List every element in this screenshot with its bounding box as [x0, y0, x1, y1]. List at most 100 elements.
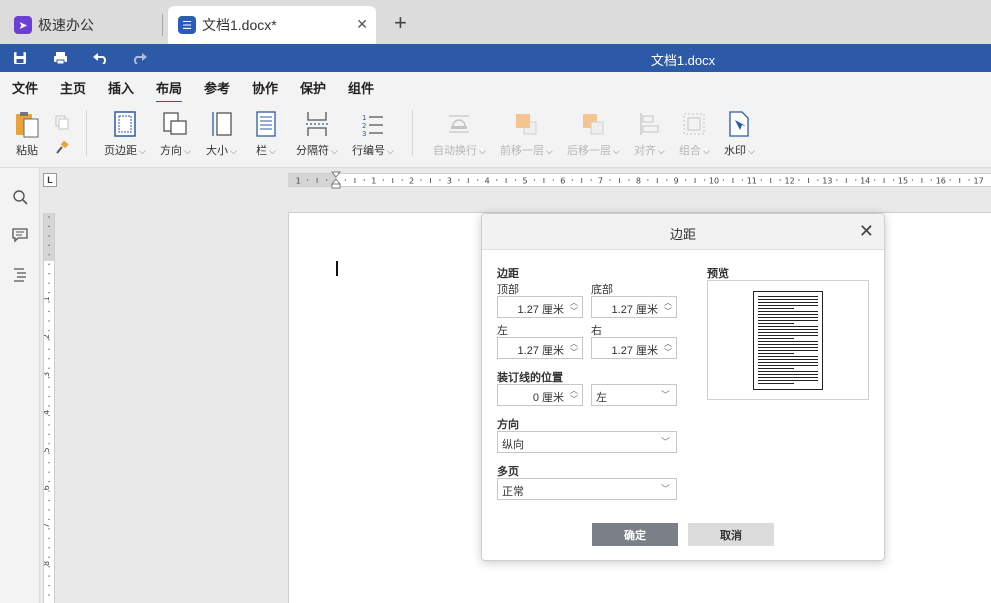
ruler-tick-label: 1 [371, 177, 376, 186]
copy-button[interactable] [54, 108, 70, 136]
ruler-tick-label: 5 [44, 447, 51, 452]
new-tab-button[interactable]: + [394, 12, 407, 34]
tab-separator [162, 14, 163, 36]
horizontal-ruler[interactable]: 1 1 2 3 4 5 6 7 8 9 10 11 12 13 14 15 16 17 [288, 171, 991, 189]
comments-icon[interactable] [11, 226, 29, 244]
preview-line [758, 356, 818, 357]
size-label: 大小 ⌵ [206, 145, 237, 157]
orientation-heading: 方向 [497, 419, 519, 431]
preview-line [758, 371, 818, 372]
group-button[interactable]: 组合 ⌵ [679, 110, 710, 158]
chevron-down-icon: ﹀ [660, 484, 670, 494]
align-button[interactable]: 对齐 ⌵ [634, 110, 665, 158]
right-label: 右 [591, 325, 602, 337]
preview-line [758, 374, 818, 375]
align-label: 对齐 ⌵ [634, 145, 665, 157]
chevron-down-icon: ﹀ [660, 437, 670, 447]
format-painter-button[interactable] [54, 134, 70, 162]
size-button[interactable]: 大小 ⌵ [206, 110, 237, 158]
gutter-heading: 装订线的位置 [497, 372, 563, 384]
ribbon-separator [412, 110, 413, 156]
bring-forward-button[interactable]: 前移一层 ⌵ [500, 110, 553, 158]
watermark-icon [728, 110, 750, 138]
gutter-value: 0 厘米 [532, 392, 564, 404]
menu-references[interactable]: 参考 [204, 78, 230, 97]
ruler-tick-label: 10 [709, 177, 719, 186]
group-label: 组合 ⌵ [679, 145, 710, 157]
ruler-tick-label: 7 [44, 523, 51, 528]
wrap-button[interactable]: 自动换行 ⌵ [433, 110, 486, 158]
top-margin-stepper[interactable]: 1.27 厘米 ︿ ﹀ [497, 296, 583, 318]
tab-home[interactable]: ➤ 极速办公 [4, 6, 162, 44]
wrap-label: 自动换行 ⌵ [433, 145, 486, 157]
close-icon[interactable]: ✕ [859, 221, 874, 241]
preview-line [758, 383, 794, 384]
orientation-icon [162, 110, 188, 138]
gutter-position-value: 左 [596, 392, 607, 404]
svg-text:2: 2 [362, 122, 366, 130]
ruler-tick-label: 11 [747, 177, 757, 186]
menu-layout[interactable]: 布局 [156, 78, 183, 103]
paste-label: 粘贴 [16, 145, 38, 157]
title-bar: 文档1.docx [0, 44, 991, 72]
search-icon[interactable] [11, 188, 29, 206]
line-numbers-button[interactable]: 123 行编号 ⌵ [352, 110, 394, 158]
menu-collaborate[interactable]: 协作 [252, 78, 278, 97]
orientation-select[interactable]: 纵向 ﹀ [497, 431, 677, 453]
preview-line [758, 329, 818, 330]
preview-line [758, 359, 818, 360]
tab-document[interactable]: ☰ 文档1.docx* ✕ [168, 6, 376, 44]
menu-bar: 文件 主页 插入 布局 参考 协作 保护 组件 [0, 72, 991, 103]
gutter-position-select[interactable]: 左 ﹀ [591, 384, 677, 406]
stepper-arrows-icon[interactable]: ︿ ﹀ [663, 298, 673, 316]
left-label: 左 [497, 325, 508, 337]
stepper-arrows-icon[interactable]: ︿ ﹀ [569, 298, 579, 316]
cancel-button[interactable]: 取消 [688, 523, 774, 546]
columns-button[interactable]: 栏 ⌵ [256, 110, 276, 158]
ruler-ticks: 1 1 2 3 4 5 6 7 8 9 10 11 12 13 14 15 16 17 [296, 177, 984, 186]
send-backward-label: 后移一层 ⌵ [567, 145, 620, 157]
preview-page [753, 291, 823, 390]
ruler-tick-label: 8 [636, 177, 641, 186]
preview-line [758, 296, 818, 297]
close-tab-icon[interactable]: ✕ [356, 16, 368, 33]
orientation-button[interactable]: 方向 ⌵ [160, 110, 191, 158]
ruler-tick-label: 13 [822, 177, 832, 186]
svg-text:3: 3 [362, 130, 366, 137]
multipage-select[interactable]: 正常 ﹀ [497, 478, 677, 500]
gutter-stepper[interactable]: 0 厘米 ︿ ﹀ [497, 384, 583, 406]
ruler-tick-label: 6 [44, 485, 51, 490]
tab-stop-selector[interactable]: L [43, 173, 57, 187]
indent-marker-icon[interactable] [331, 171, 341, 189]
stepper-arrows-icon[interactable]: ︿ ﹀ [569, 386, 579, 404]
paste-button[interactable]: 粘贴 [12, 110, 42, 158]
send-backward-button[interactable]: 后移一层 ⌵ [567, 110, 620, 158]
ruler-tick-label: 4 [44, 410, 51, 415]
margins-button[interactable]: 页边距 ⌵ [104, 110, 146, 158]
menu-file[interactable]: 文件 [12, 78, 38, 97]
bottom-margin-stepper[interactable]: 1.27 厘米 ︿ ﹀ [591, 296, 677, 318]
breaks-button[interactable]: 分隔符 ⌵ [296, 110, 338, 158]
ok-button[interactable]: 确定 [592, 523, 678, 546]
ribbon-separator [86, 110, 87, 156]
menu-insert[interactable]: 插入 [108, 78, 134, 97]
navigation-icon[interactable] [11, 265, 29, 283]
stepper-arrows-icon[interactable]: ︿ ﹀ [663, 339, 673, 357]
right-margin-stepper[interactable]: 1.27 厘米 ︿ ﹀ [591, 337, 677, 359]
vertical-ruler[interactable]: 1 2 3 4 5 6 7 8 [43, 213, 55, 603]
preview-line [758, 377, 818, 378]
bring-forward-label: 前移一层 ⌵ [500, 145, 553, 157]
dialog-title: 边距 [669, 227, 696, 242]
left-margin-value: 1.27 厘米 [517, 345, 564, 357]
left-margin-stepper[interactable]: 1.27 厘米 ︿ ﹀ [497, 337, 583, 359]
preview-line [758, 314, 818, 315]
menu-home[interactable]: 主页 [60, 78, 86, 97]
preview-line [758, 302, 818, 303]
ruler-tick-label: 14 [860, 177, 870, 186]
watermark-button[interactable]: 水印 ⌵ [724, 110, 755, 158]
stepper-arrows-icon[interactable]: ︿ ﹀ [569, 339, 579, 357]
menu-protect[interactable]: 保护 [300, 78, 326, 97]
menu-plugins[interactable]: 组件 [348, 78, 374, 97]
tab-document-label: 文档1.docx* [202, 17, 277, 33]
margins-heading: 边距 [497, 268, 519, 280]
